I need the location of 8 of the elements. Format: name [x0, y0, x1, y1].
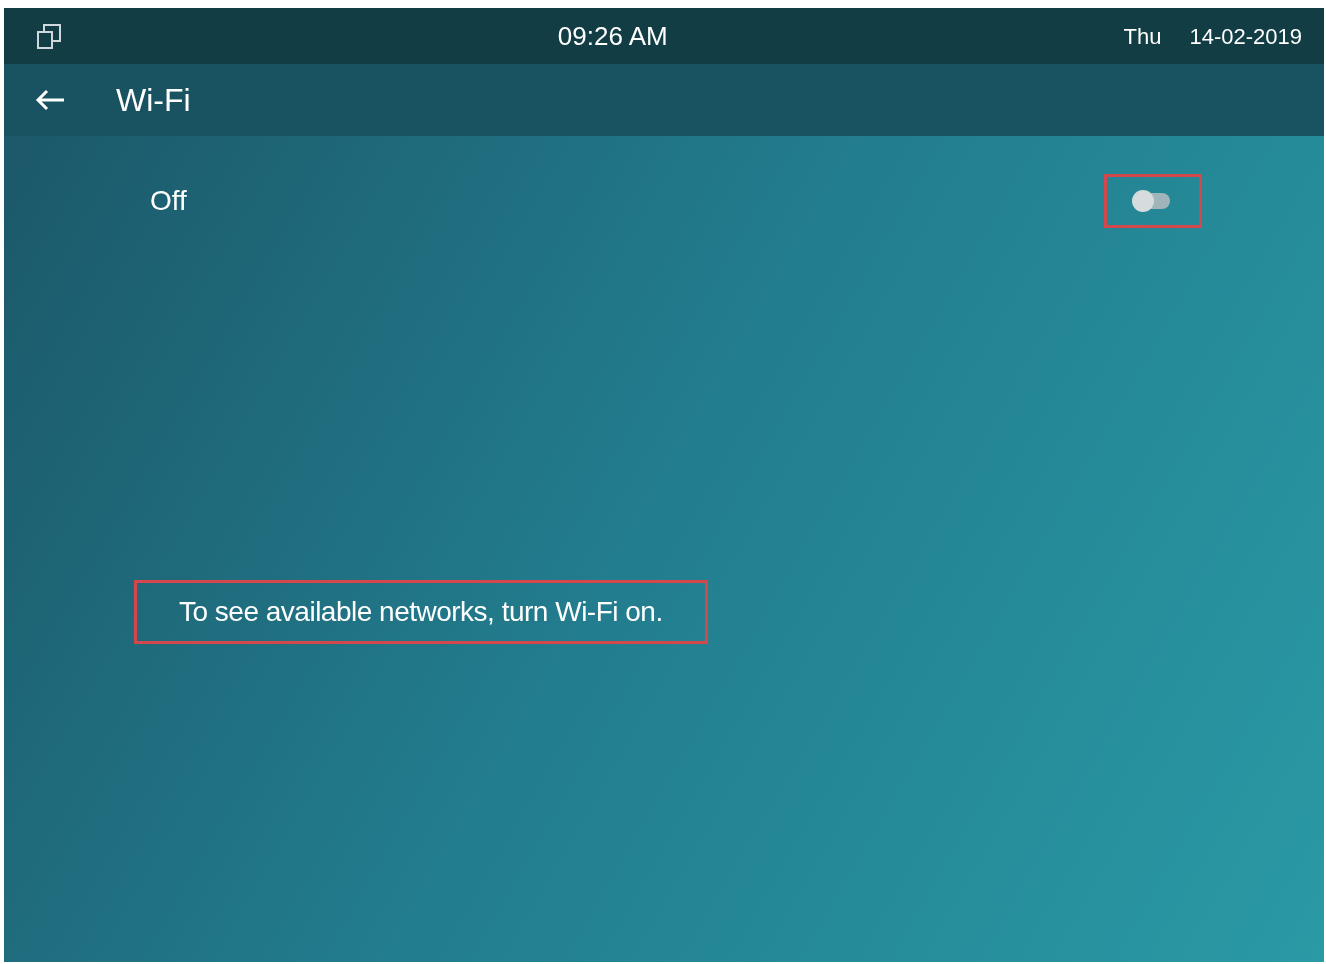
weekday-text: Thu — [1123, 22, 1162, 51]
page-title: Wi-Fi — [116, 81, 191, 120]
date-text: 14-02-2019 — [1189, 22, 1302, 51]
wifi-off-message: To see available networks, turn Wi-Fi on. — [179, 596, 663, 627]
back-arrow-icon — [34, 88, 66, 112]
clock-time: 09:26 AM — [557, 19, 668, 53]
recent-apps-icon[interactable] — [36, 22, 62, 50]
wifi-status-label: Off — [150, 184, 187, 218]
